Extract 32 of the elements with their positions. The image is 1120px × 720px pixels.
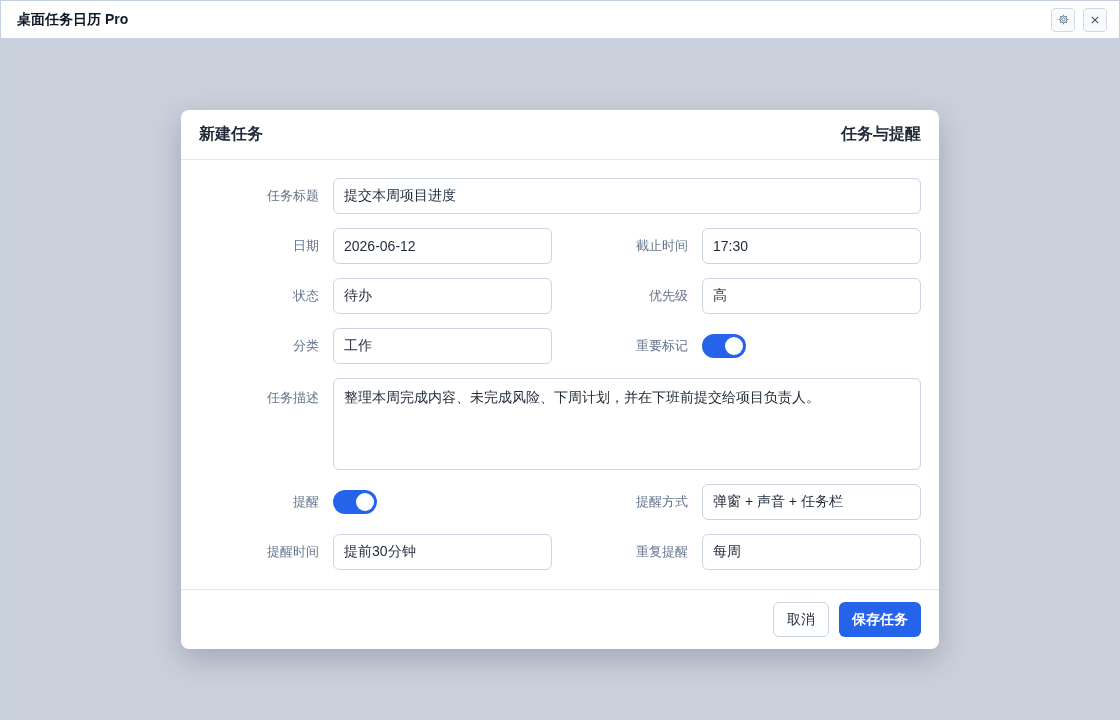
field-label: 重要标记 (636, 336, 688, 355)
text-field[interactable]: 待办 (333, 277, 552, 314)
cancel-button[interactable]: 取消 (773, 601, 829, 637)
field-label: 提醒方式 (636, 492, 688, 511)
dialog-subtitle: 任务与提醒 (841, 124, 921, 144)
field-label: 提醒 (293, 492, 319, 511)
close-icon (1091, 15, 1099, 24)
text-field[interactable]: 17:30 (702, 227, 921, 264)
settings-button[interactable] (1051, 7, 1075, 32)
window-title: 桌面任务日历 Pro (17, 10, 129, 29)
field-label: 状态 (293, 286, 319, 305)
field-label: 重复提醒 (636, 542, 688, 561)
text-field[interactable]: 提交本周项目进度 (333, 177, 921, 214)
field-label: 任务描述 (267, 388, 319, 407)
field-label: 提醒时间 (267, 542, 319, 561)
text-field[interactable]: 工作 (333, 327, 552, 364)
field-label: 日期 (293, 236, 319, 255)
field-label: 分类 (293, 336, 319, 355)
text-field[interactable]: 提前30分钟 (333, 533, 552, 570)
text-field[interactable]: 弹窗 + 声音 + 任务栏 (702, 483, 921, 520)
text-field[interactable]: 2026-06-12 (333, 227, 552, 264)
save-button[interactable]: 保存任务 (839, 601, 921, 637)
text-field[interactable]: 每周 (702, 533, 921, 570)
dialog-title: 新建任务 (199, 124, 263, 144)
toggle-switch[interactable] (702, 333, 746, 358)
description-field[interactable]: 整理本周完成内容、未完成风险、下周计划，并在下班前提交给项目负责人。 (333, 377, 921, 470)
text-field[interactable]: 高 (702, 277, 921, 314)
settings-icon (1057, 14, 1069, 25)
toggle-switch[interactable] (333, 489, 377, 514)
field-label: 截止时间 (636, 236, 688, 255)
field-label: 优先级 (649, 286, 688, 305)
field-label: 任务标题 (267, 186, 319, 205)
